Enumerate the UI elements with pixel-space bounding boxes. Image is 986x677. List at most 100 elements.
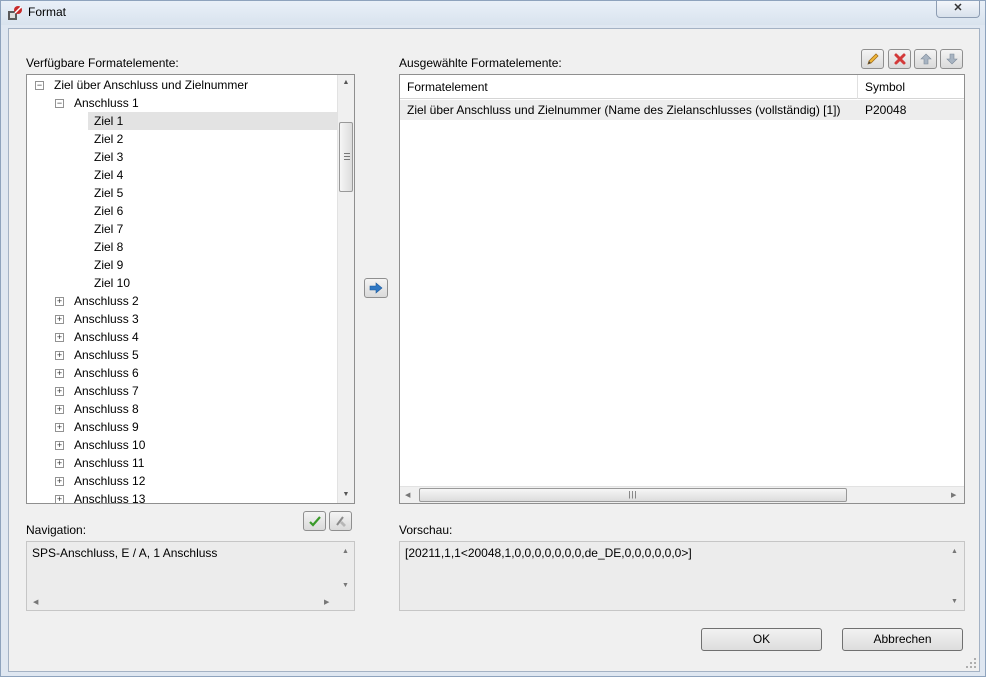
- tree-node-label: Ziel 9: [94, 258, 124, 272]
- expand-icon[interactable]: +: [55, 495, 64, 503]
- move-down-icon: [945, 53, 958, 65]
- tree-node-label: Ziel 1: [94, 114, 124, 128]
- scroll-down-icon[interactable]: ▼: [951, 598, 958, 605]
- collapse-icon[interactable]: −: [35, 81, 44, 90]
- tree-node-label: Anschluss 10: [74, 438, 146, 452]
- selected-elements-label: Ausgewählte Formatelemente:: [399, 56, 562, 70]
- app-icon: [8, 6, 22, 20]
- tree-node[interactable]: + Anschluss 8: [27, 400, 337, 418]
- collapse-icon[interactable]: −: [55, 99, 64, 108]
- navigation-clear-button[interactable]: [329, 511, 352, 531]
- tree-node-label: Ziel 2: [94, 132, 124, 146]
- tree-node[interactable]: + Anschluss 12: [27, 472, 337, 490]
- check-icon: [308, 516, 321, 527]
- navigation-label: Navigation:: [26, 523, 87, 537]
- tree-node[interactable]: + Anschluss 2: [27, 292, 337, 310]
- navigation-apply-button[interactable]: [303, 511, 326, 531]
- expand-icon[interactable]: +: [55, 441, 64, 450]
- expand-icon[interactable]: +: [55, 297, 64, 306]
- row-element-cell: Ziel über Anschluss und Zielnummer (Name…: [407, 103, 841, 117]
- tree-node[interactable]: + Anschluss 3: [27, 310, 337, 328]
- tree-node[interactable]: + Anschluss 4: [27, 328, 337, 346]
- scroll-left-icon[interactable]: ◀: [33, 598, 38, 606]
- tree-items: − Ziel über Anschluss und Zielnummer − Ansc…: [27, 75, 338, 503]
- scroll-right-icon[interactable]: ▶: [951, 491, 956, 499]
- tree-node-label: Anschluss 4: [74, 330, 139, 344]
- tree-node[interactable]: Ziel 4: [27, 166, 337, 184]
- tree-node-label: Ziel über Anschluss und Zielnummer: [54, 78, 249, 92]
- expand-icon[interactable]: +: [55, 405, 64, 414]
- tree-node[interactable]: Ziel 3: [27, 148, 337, 166]
- list-horizontal-scrollbar[interactable]: ◀ ||| ▶: [400, 486, 964, 503]
- expand-icon[interactable]: +: [55, 477, 64, 486]
- cancel-button[interactable]: Abbrechen: [842, 628, 963, 651]
- delete-element-button[interactable]: [888, 49, 911, 69]
- ok-button[interactable]: OK: [701, 628, 822, 651]
- close-button[interactable]: ✕: [936, 1, 980, 18]
- tree-node-label: Anschluss 1: [74, 96, 139, 110]
- scroll-up-icon[interactable]: ▲: [342, 548, 349, 555]
- tree-node-label: Anschluss 3: [74, 312, 139, 326]
- scroll-up-icon[interactable]: ▲: [338, 75, 354, 91]
- tree-node[interactable]: Ziel 5: [27, 184, 337, 202]
- window-title: Format: [28, 5, 67, 19]
- add-element-button[interactable]: [364, 278, 388, 298]
- tree-node[interactable]: Ziel 8: [27, 238, 337, 256]
- tree-node[interactable]: Ziel 10: [27, 274, 337, 292]
- tree-node[interactable]: − Ziel über Anschluss und Zielnummer: [27, 76, 337, 94]
- tree-node-label: Anschluss 5: [74, 348, 139, 362]
- scroll-right-icon[interactable]: ▶: [324, 598, 329, 606]
- tree-node[interactable]: Ziel 6: [27, 202, 337, 220]
- expand-icon[interactable]: +: [55, 459, 64, 468]
- tree-node[interactable]: + Anschluss 9: [27, 418, 337, 436]
- tree-node-label: Anschluss 12: [74, 474, 146, 488]
- scroll-up-icon[interactable]: ▲: [951, 548, 958, 555]
- row-symbol-cell: P20048: [865, 103, 907, 117]
- column-header-formatelement[interactable]: Formatelement: [400, 75, 858, 99]
- preview-box[interactable]: [20211,1,1<20048,1,0,0,0,0,0,0,0,de_DE,0…: [399, 541, 965, 611]
- expand-icon[interactable]: +: [55, 351, 64, 360]
- tree-node[interactable]: + Anschluss 5: [27, 346, 337, 364]
- scroll-left-icon[interactable]: ◀: [405, 491, 410, 499]
- column-header-symbol[interactable]: Symbol: [858, 75, 964, 99]
- tree-node[interactable]: Ziel 1: [88, 112, 337, 130]
- tree-node-label: Ziel 6: [94, 204, 124, 218]
- resize-grip-icon[interactable]: [965, 657, 977, 669]
- table-row[interactable]: Ziel über Anschluss und Zielnummer (Name…: [400, 100, 964, 120]
- tree-node-label: Anschluss 6: [74, 366, 139, 380]
- preview-value: [20211,1,1<20048,1,0,0,0,0,0,0,0,de_DE,0…: [405, 546, 692, 560]
- tree-node-label: Ziel 3: [94, 150, 124, 164]
- move-up-button[interactable]: [914, 49, 937, 69]
- tree-node[interactable]: + Anschluss 7: [27, 382, 337, 400]
- expand-icon[interactable]: +: [55, 423, 64, 432]
- preview-label: Vorschau:: [399, 523, 453, 537]
- tree-node[interactable]: + Anschluss 13: [27, 490, 337, 503]
- navigation-value: SPS-Anschluss, E / A, 1 Anschluss: [32, 546, 218, 560]
- move-down-button[interactable]: [940, 49, 963, 69]
- selected-elements-list[interactable]: Formatelement Symbol Ziel über Anschluss…: [399, 74, 965, 504]
- tree-vertical-scrollbar[interactable]: ▲ ▼: [337, 75, 354, 503]
- tree-node-label: Anschluss 7: [74, 384, 139, 398]
- scroll-down-icon[interactable]: ▼: [342, 582, 349, 589]
- tree-node-label: Ziel 8: [94, 240, 124, 254]
- expand-icon[interactable]: +: [55, 369, 64, 378]
- tree-node[interactable]: Ziel 2: [27, 130, 337, 148]
- tree-node-label: Anschluss 11: [74, 456, 145, 470]
- scroll-thumb[interactable]: [339, 122, 353, 192]
- scroll-down-icon[interactable]: ▼: [338, 487, 354, 503]
- edit-icon: [866, 53, 879, 65]
- expand-icon[interactable]: +: [55, 315, 64, 324]
- tree-node[interactable]: Ziel 7: [27, 220, 337, 238]
- expand-icon[interactable]: +: [55, 387, 64, 396]
- expand-icon[interactable]: +: [55, 333, 64, 342]
- tree-node[interactable]: Ziel 9: [27, 256, 337, 274]
- available-elements-tree[interactable]: − Ziel über Anschluss und Zielnummer − Ansc…: [26, 74, 355, 504]
- delete-icon: [894, 53, 905, 65]
- tree-node[interactable]: + Anschluss 11: [27, 454, 337, 472]
- tree-node[interactable]: + Anschluss 10: [27, 436, 337, 454]
- edit-element-button[interactable]: [861, 49, 884, 69]
- navigation-box[interactable]: SPS-Anschluss, E / A, 1 Anschluss ▲ ▼ ◀ …: [26, 541, 355, 611]
- tree-node[interactable]: + Anschluss 6: [27, 364, 337, 382]
- tree-node[interactable]: − Anschluss 1: [27, 94, 337, 112]
- scroll-thumb[interactable]: |||: [419, 488, 847, 502]
